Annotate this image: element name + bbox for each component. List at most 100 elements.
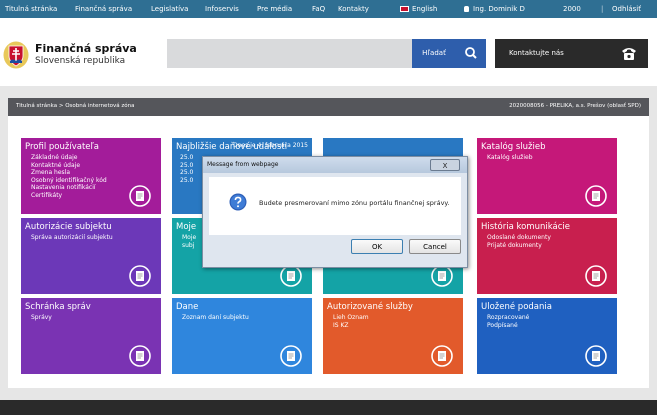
nav-item-financna-sprava[interactable]: Finančná správa (75, 5, 132, 13)
tile-links: Správa autorizácií subjektu (31, 234, 113, 242)
tile-historia[interactable]: História komunikácie Odoslané dokumenty … (477, 218, 617, 294)
link-katalog-sluzieb[interactable]: Katalóg služieb (487, 154, 533, 162)
user-code: 2000 (563, 5, 581, 13)
link-zoznam-dani[interactable]: Zoznam daní subjektu (182, 314, 249, 322)
tile-schranka[interactable]: Schránka správ Správy (21, 298, 161, 374)
tile-katalog-sluzieb[interactable]: Katalóg služieb Katalóg služieb (477, 138, 617, 214)
tile-title: Autorizované služby (327, 302, 413, 312)
document-badge-icon (431, 265, 453, 287)
tile-title: Profil používateľa (25, 142, 99, 152)
phone-icon (622, 48, 636, 60)
tile-links: Rozpracované Podpísané (487, 314, 529, 329)
document-badge-icon (280, 265, 302, 287)
link-is-kz[interactable]: IS KZ (333, 322, 369, 330)
tile-links: Odoslané dokumenty Prijaté dokumenty (487, 234, 551, 249)
nav-item-infoservis[interactable]: Infoservis (205, 5, 239, 13)
link-sprava-autorizacii[interactable]: Správa autorizácií subjektu (31, 234, 113, 242)
document-badge-icon (129, 265, 151, 287)
language-label: English (412, 5, 438, 13)
nav-item-home[interactable]: Titulná stránka (5, 5, 57, 13)
nav-item-kontakty[interactable]: Kontakty (338, 5, 369, 13)
tile-dane[interactable]: Dane Zoznam daní subjektu (172, 298, 312, 374)
dialog-body: Budete presmerovaní mimo zónu portálu fi… (209, 177, 461, 235)
document-badge-icon (585, 265, 607, 287)
link-zakladne-udaje[interactable]: Základné údaje (31, 154, 107, 162)
nav-item-faq[interactable]: FaQ (312, 5, 325, 13)
header: Finančná správa Slovenská republika Hľad… (0, 18, 657, 86)
tile-links: Katalóg služieb (487, 154, 533, 162)
dialog-titlebar[interactable]: Message from webpage X (203, 157, 467, 173)
tile-title: Moje (176, 222, 197, 232)
org-subtitle: Slovenská republika (35, 56, 126, 66)
cancel-button[interactable]: Cancel (409, 239, 461, 254)
document-badge-icon (585, 185, 607, 207)
today-date: Dnes je 4. februára 2015 (233, 142, 308, 149)
tile-links: Zoznam daní subjektu (182, 314, 249, 322)
tile-ulozene-podania[interactable]: Uložené podania Rozpracované Podpísané (477, 298, 617, 374)
tile-links: Správy (31, 314, 52, 322)
event-item[interactable]: 25.0 (180, 169, 193, 177)
uk-flag-icon (400, 6, 409, 12)
tile-link[interactable]: Moje (182, 234, 196, 242)
link-odoslane[interactable]: Odoslané dokumenty (487, 234, 551, 242)
document-badge-icon (280, 345, 302, 367)
search-icon-button[interactable] (456, 39, 486, 68)
search-icon (465, 47, 477, 59)
footer (0, 400, 657, 415)
document-badge-icon (431, 345, 453, 367)
breadcrumb-bar: Titulná stránka > Osobná internetová zón… (8, 98, 649, 116)
dialog-title: Message from webpage (207, 161, 279, 168)
tile-title: Katalóg služieb (481, 142, 546, 152)
tile-title: Schránka správ (25, 302, 91, 312)
link-kontaktne-udaje[interactable]: Kontaktné údaje (31, 162, 107, 170)
document-badge-icon (585, 345, 607, 367)
link-certifikaty[interactable]: Certifikáty (31, 192, 107, 200)
user-icon (464, 6, 469, 12)
top-nav-bar: Titulná stránka Finančná správa Legislat… (0, 0, 657, 18)
breadcrumb[interactable]: Titulná stránka > Osobná internetová zón… (16, 103, 134, 109)
tile-title: História komunikácie (481, 222, 570, 232)
logout-link[interactable]: Odhlásiť (612, 5, 641, 13)
link-osobny-kod[interactable]: Osobný identifikačný kód (31, 177, 107, 185)
tile-links: Lieh Oznam IS KZ (333, 314, 369, 329)
search-input[interactable] (167, 39, 412, 68)
tile-profil[interactable]: Profil používateľa Základné údaje Kontak… (21, 138, 161, 214)
ok-button[interactable]: OK (351, 239, 403, 254)
document-badge-icon (129, 345, 151, 367)
dialog-message: Budete presmerovaní mimo zónu portálu fi… (259, 199, 450, 207)
org-name: Finančná správa (35, 42, 137, 55)
link-spravy[interactable]: Správy (31, 314, 52, 322)
tile-autorizacie[interactable]: Autorizácie subjektu Správa autorizácií … (21, 218, 161, 294)
contact-label: Kontaktujte nás (509, 49, 564, 57)
link-podpisane[interactable]: Podpísané (487, 322, 529, 330)
contact-button[interactable]: Kontaktujte nás (495, 39, 648, 68)
search-button[interactable]: Hľadať (412, 39, 456, 68)
link-lieh-oznam[interactable]: Lieh Oznam (333, 314, 369, 322)
event-item[interactable]: 25.0 (180, 154, 193, 162)
user-name: Ing. Dominik D (473, 5, 525, 13)
document-badge-icon (129, 185, 151, 207)
link-notifikacie[interactable]: Nastavenia notifikácií (31, 184, 107, 192)
slovak-crest-icon (3, 41, 29, 69)
link-prijate[interactable]: Prijaté dokumenty (487, 242, 551, 250)
nav-item-pre-media[interactable]: Pre média (257, 5, 292, 13)
tile-title: Autorizácie subjektu (25, 222, 112, 232)
question-icon (229, 193, 247, 211)
link-rozpracovane[interactable]: Rozpracované (487, 314, 529, 322)
tile-title: Uložené podania (481, 302, 552, 312)
subject-info: 2020008056 - PRELIKA, a.s. Prešov (oblas… (509, 103, 641, 109)
tile-links: 25.0 25.0 25.0 25.0 (180, 154, 193, 184)
nav-item-legislativa[interactable]: Legislatíva (151, 5, 188, 13)
tile-links: Základné údaje Kontaktné údaje Zmena hes… (31, 154, 107, 199)
message-dialog: Message from webpage X Budete presmerova… (202, 156, 468, 268)
event-item[interactable]: 25.0 (180, 162, 193, 170)
link-zmena-hesla[interactable]: Zmena hesla (31, 169, 107, 177)
tile-links: Moje subj (182, 234, 196, 249)
user-link[interactable]: Ing. Dominik D (464, 5, 525, 13)
tile-link[interactable]: subj (182, 242, 196, 250)
tile-title: Dane (176, 302, 199, 312)
event-item[interactable]: 25.0 (180, 177, 193, 185)
dialog-close-button[interactable]: X (430, 159, 460, 171)
tile-autorizovane-sluzby[interactable]: Autorizované služby Lieh Oznam IS KZ (323, 298, 463, 374)
language-link[interactable]: English (400, 5, 437, 13)
